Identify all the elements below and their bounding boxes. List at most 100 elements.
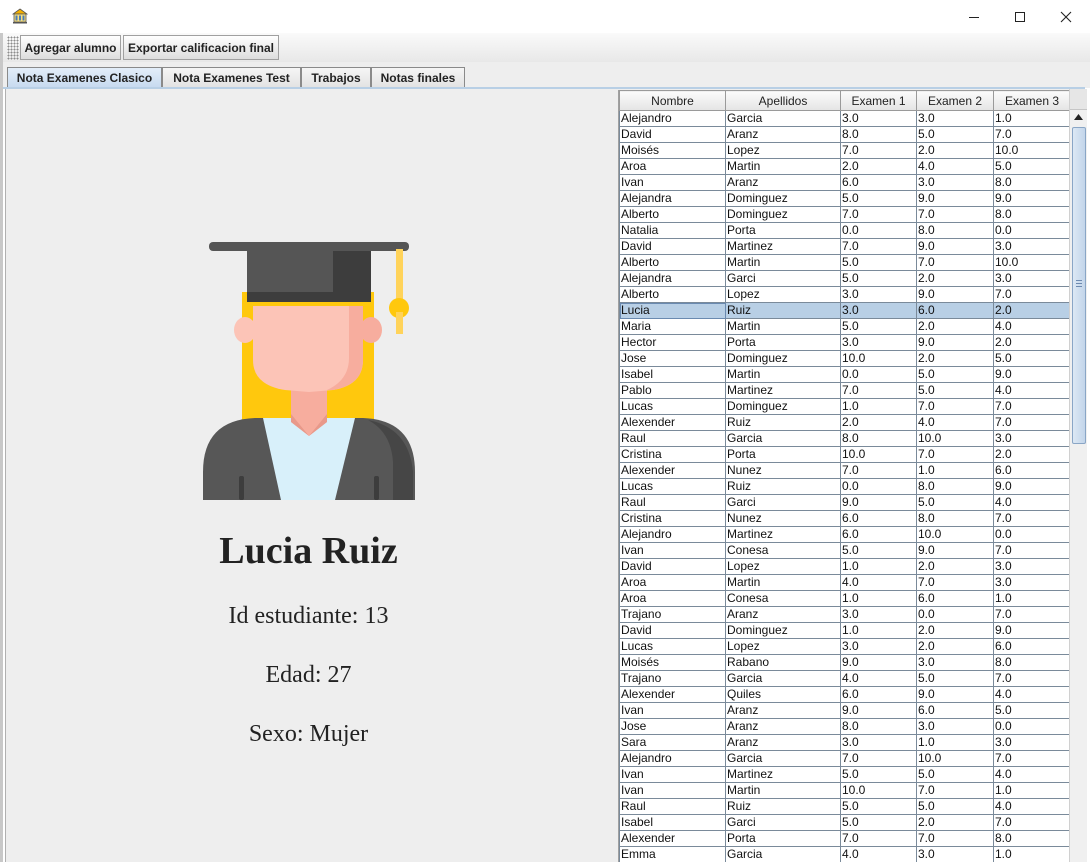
- table-cell[interactable]: 2.0: [840, 414, 917, 431]
- table-row[interactable]: Alberto Martin 5.0 7.0 10.0: [619, 254, 1071, 271]
- table-cell[interactable]: Aranz: [725, 606, 841, 623]
- title-bar[interactable]: [0, 0, 1090, 33]
- table-cell[interactable]: Cristina: [619, 446, 726, 463]
- table-cell[interactable]: 7.0: [916, 254, 994, 271]
- add-student-button[interactable]: Agregar alumno: [20, 35, 121, 60]
- table-cell[interactable]: 4.0: [993, 382, 1071, 399]
- table-cell[interactable]: Quiles: [725, 686, 841, 703]
- table-cell[interactable]: Dominguez: [725, 206, 841, 223]
- table-cell[interactable]: 5.0: [840, 254, 917, 271]
- table-cell[interactable]: Alejandro: [619, 110, 726, 127]
- vertical-scrollbar[interactable]: [1069, 89, 1087, 862]
- table-cell[interactable]: Garci: [725, 814, 841, 831]
- toolbar-grip[interactable]: [7, 36, 19, 60]
- table-cell[interactable]: Alejandro: [619, 750, 726, 767]
- table-cell[interactable]: 1.0: [993, 590, 1071, 607]
- table-cell[interactable]: 1.0: [840, 590, 917, 607]
- table-row[interactable]: Maria Martin 5.0 2.0 4.0: [619, 318, 1071, 335]
- table-cell[interactable]: Garci: [725, 494, 841, 511]
- table-row[interactable]: Alejandro Garcia 3.0 3.0 1.0: [619, 110, 1071, 127]
- table-cell[interactable]: 7.0: [993, 510, 1071, 527]
- table-cell[interactable]: Jose: [619, 350, 726, 367]
- table-cell[interactable]: 4.0: [916, 414, 994, 431]
- table-cell[interactable]: 10.0: [840, 446, 917, 463]
- table-cell[interactable]: Martin: [725, 366, 841, 383]
- table-cell[interactable]: Maria: [619, 318, 726, 335]
- table-cell[interactable]: 4.0: [993, 686, 1071, 703]
- table-cell[interactable]: 0.0: [840, 478, 917, 495]
- table-row[interactable]: Moisés Lopez 7.0 2.0 10.0: [619, 142, 1071, 159]
- table-cell[interactable]: 2.0: [993, 302, 1071, 319]
- table-cell[interactable]: 9.0: [916, 686, 994, 703]
- table-cell[interactable]: 3.0: [840, 302, 917, 319]
- table-cell[interactable]: 1.0: [993, 110, 1071, 127]
- table-cell[interactable]: 2.0: [916, 622, 994, 639]
- table-row[interactable]: David Dominguez 1.0 2.0 9.0: [619, 622, 1071, 639]
- table-cell[interactable]: 3.0: [993, 558, 1071, 575]
- table-row[interactable]: Cristina Nunez 6.0 8.0 7.0: [619, 510, 1071, 527]
- table-row[interactable]: Aroa Conesa 1.0 6.0 1.0: [619, 590, 1071, 607]
- table-cell[interactable]: 4.0: [993, 318, 1071, 335]
- table-row[interactable]: Alberto Lopez 3.0 9.0 7.0: [619, 286, 1071, 303]
- table-cell[interactable]: 10.0: [916, 430, 994, 447]
- table-cell[interactable]: 6.0: [916, 302, 994, 319]
- table-row[interactable]: Alexender Nunez 7.0 1.0 6.0: [619, 462, 1071, 479]
- table-cell[interactable]: 7.0: [993, 286, 1071, 303]
- table-row[interactable]: Alejandra Garci 5.0 2.0 3.0: [619, 270, 1071, 287]
- table-cell[interactable]: 3.0: [916, 654, 994, 671]
- table-cell[interactable]: Rabano: [725, 654, 841, 671]
- table-cell[interactable]: 0.0: [993, 222, 1071, 239]
- table-cell[interactable]: 5.0: [993, 350, 1071, 367]
- table-cell[interactable]: 1.0: [840, 622, 917, 639]
- table-cell[interactable]: Ivan: [619, 766, 726, 783]
- table-row[interactable]: Lucas Lopez 3.0 2.0 6.0: [619, 638, 1071, 655]
- table-row[interactable]: Jose Dominguez 10.0 2.0 5.0: [619, 350, 1071, 367]
- table-row[interactable]: Aroa Martin 2.0 4.0 5.0: [619, 158, 1071, 175]
- table-cell[interactable]: 9.0: [840, 494, 917, 511]
- tab-nota-examenes-test[interactable]: Nota Examenes Test: [162, 67, 301, 88]
- table-cell[interactable]: 3.0: [916, 846, 994, 862]
- table-row[interactable]: Trajano Garcia 4.0 5.0 7.0: [619, 670, 1071, 687]
- table-cell[interactable]: 7.0: [916, 206, 994, 223]
- table-cell[interactable]: 8.0: [916, 510, 994, 527]
- table-cell[interactable]: Dominguez: [725, 398, 841, 415]
- table-cell[interactable]: Martinez: [725, 238, 841, 255]
- table-cell[interactable]: 3.0: [916, 718, 994, 735]
- table-cell[interactable]: 8.0: [993, 206, 1071, 223]
- table-row[interactable]: Pablo Martinez 7.0 5.0 4.0: [619, 382, 1071, 399]
- table-cell[interactable]: Ruiz: [725, 414, 841, 431]
- table-cell[interactable]: Garci: [725, 270, 841, 287]
- table-cell[interactable]: Nunez: [725, 462, 841, 479]
- table-cell[interactable]: 2.0: [916, 638, 994, 655]
- table-cell[interactable]: Alberto: [619, 286, 726, 303]
- table-row[interactable]: Raul Ruiz 5.0 5.0 4.0: [619, 798, 1071, 815]
- table-cell[interactable]: 7.0: [993, 814, 1071, 831]
- table-cell[interactable]: Alexender: [619, 414, 726, 431]
- table-row[interactable]: Alexender Porta 7.0 7.0 8.0: [619, 830, 1071, 847]
- table-cell[interactable]: 8.0: [916, 478, 994, 495]
- table-cell[interactable]: Aranz: [725, 734, 841, 751]
- table-cell[interactable]: 10.0: [993, 254, 1071, 271]
- table-cell[interactable]: 7.0: [916, 782, 994, 799]
- table-cell[interactable]: Dominguez: [725, 190, 841, 207]
- table-row[interactable]: Emma Garcia 4.0 3.0 1.0: [619, 846, 1071, 862]
- table-cell[interactable]: Alejandra: [619, 190, 726, 207]
- table-cell[interactable]: 3.0: [840, 638, 917, 655]
- table-cell[interactable]: Trajano: [619, 606, 726, 623]
- table-cell[interactable]: 9.0: [916, 542, 994, 559]
- table-cell[interactable]: Alexender: [619, 462, 726, 479]
- table-cell[interactable]: 4.0: [916, 158, 994, 175]
- table-row[interactable]: Trajano Aranz 3.0 0.0 7.0: [619, 606, 1071, 623]
- table-cell[interactable]: 9.0: [916, 286, 994, 303]
- table-cell[interactable]: 9.0: [993, 190, 1071, 207]
- table-cell[interactable]: Alberto: [619, 206, 726, 223]
- table-row[interactable]: Isabel Garci 5.0 2.0 7.0: [619, 814, 1071, 831]
- table-cell[interactable]: Garcia: [725, 846, 841, 862]
- table-cell[interactable]: 5.0: [840, 542, 917, 559]
- table-cell[interactable]: 6.0: [840, 510, 917, 527]
- table-cell[interactable]: Martinez: [725, 382, 841, 399]
- table-row[interactable]: Jose Aranz 8.0 3.0 0.0: [619, 718, 1071, 735]
- table-row[interactable]: David Lopez 1.0 2.0 3.0: [619, 558, 1071, 575]
- table-cell[interactable]: 7.0: [916, 398, 994, 415]
- table-row[interactable]: Ivan Aranz 6.0 3.0 8.0: [619, 174, 1071, 191]
